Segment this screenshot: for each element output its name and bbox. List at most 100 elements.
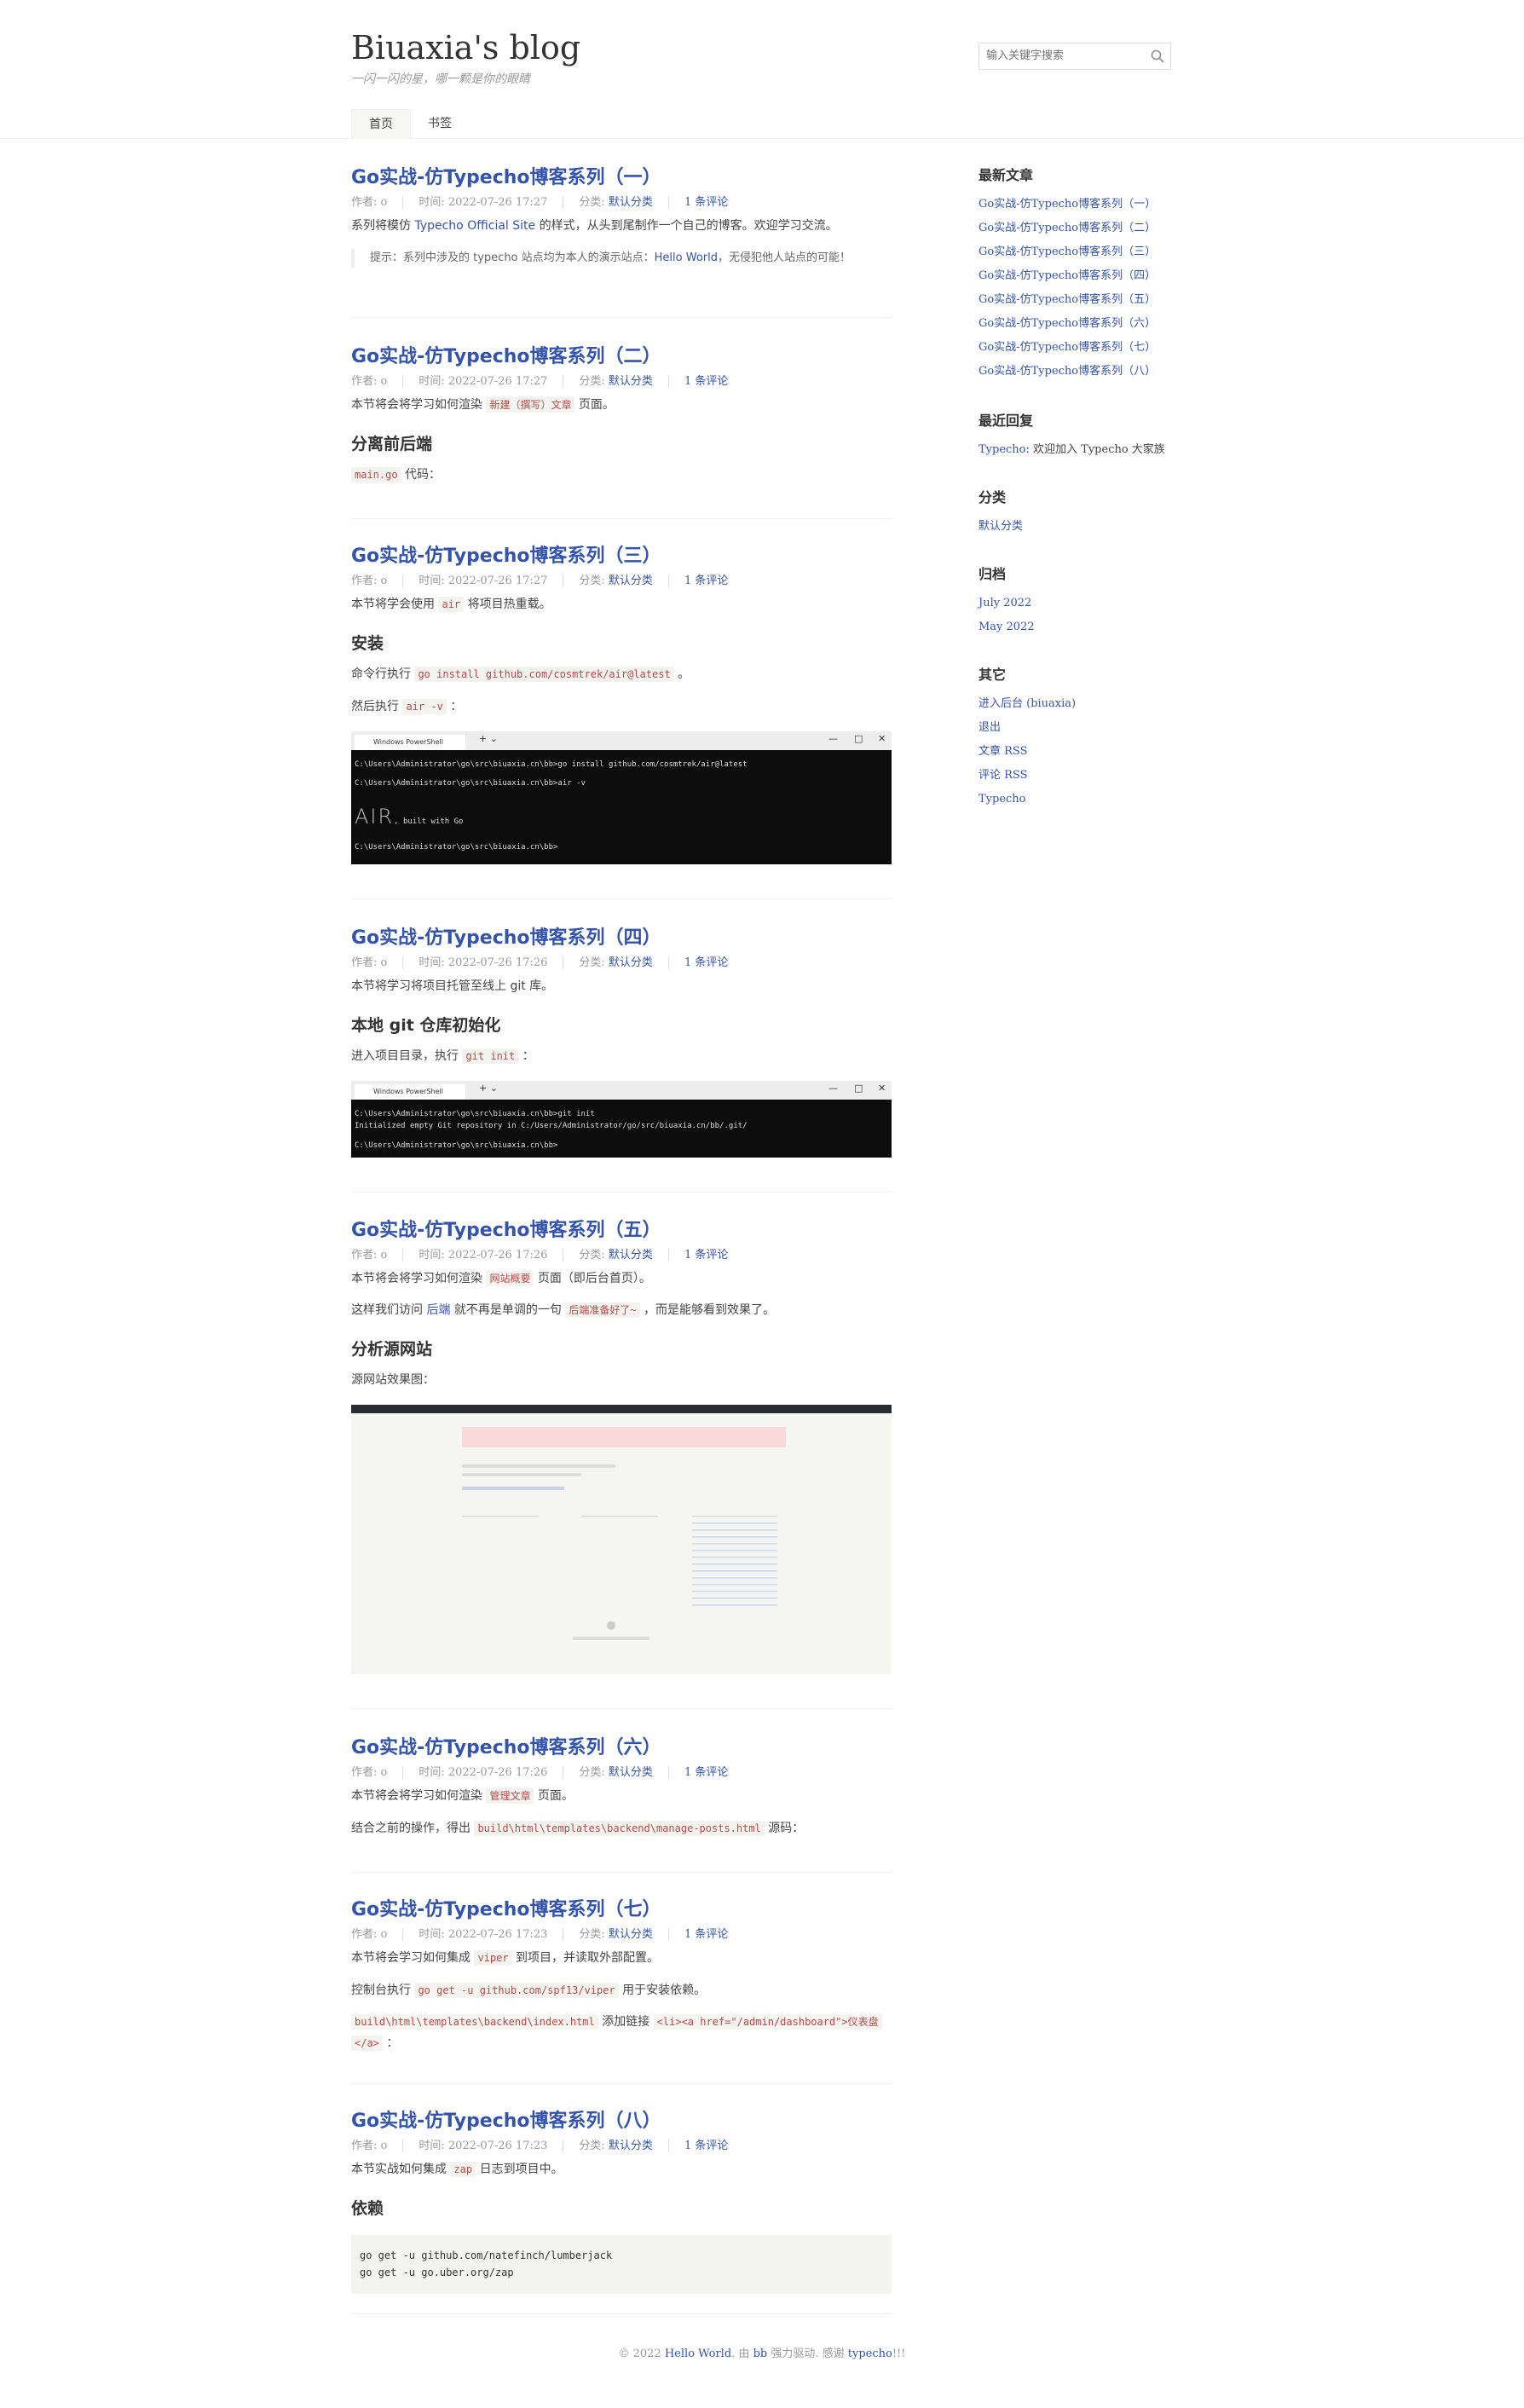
- site-title[interactable]: Biuaxia's blog: [351, 29, 580, 66]
- recent-post-link[interactable]: Go实战-仿Typecho博客系列（四）: [978, 269, 1156, 282]
- post-meta: 作者: o 时间: 2022-07-26 17:26 分类: 默认分类 1 条评论: [351, 1766, 729, 1779]
- category-link[interactable]: 默认分类: [609, 956, 653, 969]
- post-title[interactable]: Go实战-仿Typecho博客系列（一）: [351, 162, 661, 189]
- comments-link[interactable]: 1 条评论: [684, 196, 728, 209]
- widget-title-recent: 最新文章: [978, 167, 1034, 183]
- search-icon[interactable]: [1150, 49, 1165, 64]
- footer-bb-link[interactable]: bb: [753, 2347, 768, 2360]
- post-excerpt: 本节将学会使用 air 将项目热重载。: [351, 597, 551, 612]
- post-divider: [351, 317, 892, 318]
- site-footer: © 2022 Hello World. 由 bb 强力驱动. 感谢 typech…: [618, 2347, 906, 2360]
- post-title[interactable]: Go实战-仿Typecho博客系列（四）: [351, 922, 661, 950]
- archive-link[interactable]: July 2022: [978, 597, 1031, 609]
- comments-link[interactable]: 1 条评论: [684, 1249, 728, 1262]
- post-meta: 作者: o 时间: 2022-07-26 17:26 分类: 默认分类 1 条评论: [351, 956, 729, 969]
- post-meta: 作者: o 时间: 2022-07-26 17:26 分类: 默认分类 1 条评论: [351, 1249, 729, 1262]
- recent-replies-list: Typecho: 欢迎加入 Typecho 大家族: [978, 438, 1165, 462]
- footer-typecho-link[interactable]: typecho: [848, 2347, 892, 2360]
- category-link[interactable]: 默认分类: [978, 520, 1023, 533]
- comments-link[interactable]: 1 条评论: [684, 375, 728, 388]
- recent-post-link[interactable]: Go实战-仿Typecho博客系列（五）: [978, 293, 1156, 306]
- post-excerpt: 本节将会将学习如何渲染 网站概要 页面（即后台首页）。: [351, 1271, 651, 1286]
- post-category: 分类: 默认分类: [579, 196, 669, 209]
- post-heading: 分析源网站: [351, 1340, 433, 1359]
- post-excerpt: 本节将学习将项目托管至线上 git 库。: [351, 979, 554, 993]
- nav-bookmark[interactable]: 书签: [411, 109, 469, 138]
- category-link[interactable]: 默认分类: [609, 575, 653, 587]
- reply-author-link[interactable]: Typecho: [978, 443, 1026, 456]
- post-meta: 作者: o 时间: 2022-07-26 17:27 分类: 默认分类 1 条评论: [351, 375, 729, 388]
- recent-post-link[interactable]: Go实战-仿Typecho博客系列（八）: [978, 365, 1156, 378]
- typecho-link[interactable]: Typecho: [978, 793, 1026, 806]
- terminal-screenshot: Windows PowerShell + ⌄ — □ ✕ C:\Users\Admin…: [351, 1081, 892, 1158]
- post-excerpt: 本节将会将学习如何渲染 管理文章 页面。: [351, 1788, 574, 1804]
- post-divider: [351, 1708, 892, 1709]
- post-excerpt: 本节实战如何集成 zap 日志到项目中。: [351, 2162, 563, 2177]
- post-heading: 安装: [351, 634, 384, 653]
- dashboard-screenshot: [351, 1405, 892, 1674]
- post-title[interactable]: Go实战-仿Typecho博客系列（六）: [351, 1732, 661, 1759]
- recent-posts-list: Go实战-仿Typecho博客系列（一） Go实战-仿Typecho博客系列（二…: [978, 193, 1156, 384]
- terminal-screenshot: Windows PowerShell + ⌄ — □ ✕ C:\Users\Admin…: [351, 731, 892, 864]
- post-excerpt: 然后执行 air -v ：: [351, 699, 463, 714]
- hello-world-link[interactable]: Hello World: [655, 251, 718, 264]
- post-title[interactable]: Go实战-仿Typecho博客系列（三）: [351, 540, 661, 568]
- recent-post-link[interactable]: Go实战-仿Typecho博客系列（二）: [978, 222, 1156, 234]
- post-author: 作者: o: [351, 196, 404, 209]
- admin-link[interactable]: 进入后台 (biuaxia): [978, 697, 1076, 710]
- post-divider: [351, 518, 892, 519]
- post-heading: 分离前后端: [351, 435, 433, 453]
- site-description: 一闪一闪的星，哪一颗是你的眼睛: [351, 72, 530, 86]
- site-header: Biuaxia's blog 一闪一闪的星，哪一颗是你的眼睛 首页 书签: [0, 0, 1524, 139]
- comments-link[interactable]: 1 条评论: [684, 1928, 728, 1941]
- post-meta: 作者: o 时间: 2022-07-26 17:23 分类: 默认分类 1 条评论: [351, 1928, 729, 1941]
- nav-home[interactable]: 首页: [351, 109, 411, 139]
- comments-rss-link[interactable]: 评论 RSS: [978, 769, 1028, 782]
- comments-link[interactable]: 1 条评论: [684, 956, 728, 969]
- recent-post-link[interactable]: Go实战-仿Typecho博客系列（七）: [978, 341, 1156, 354]
- footer-site-link[interactable]: Hello World: [665, 2347, 731, 2360]
- post-excerpt: 命令行执行 go install github.com/cosmtrek/air…: [351, 667, 690, 682]
- post-meta: 作者: o 时间: 2022-07-26 17:27 分类: 默认分类 1 条评论: [351, 193, 759, 209]
- post-divider: [351, 898, 892, 899]
- category-link[interactable]: 默认分类: [609, 1249, 653, 1262]
- post-title[interactable]: Go实战-仿Typecho博客系列（七）: [351, 1894, 661, 1921]
- category-link[interactable]: 默认分类: [609, 375, 653, 388]
- post-excerpt: 系列将模仿 Typecho Official Site 的样式，从头到尾制作一个…: [351, 219, 838, 233]
- post-excerpt: 本节将会学习如何集成 viper 到项目，并读取外部配置。: [351, 1950, 660, 1966]
- post-excerpt: build\html\templates\backend\index.html …: [351, 2012, 892, 2054]
- backend-link[interactable]: 后端: [426, 1303, 450, 1317]
- logout-link[interactable]: 退出: [978, 721, 1001, 734]
- search-input[interactable]: [979, 43, 1140, 67]
- code-block: go get -u github.com/natefinch/lumberjac…: [351, 2235, 892, 2294]
- archive-link[interactable]: May 2022: [978, 621, 1035, 633]
- widget-title-replies: 最近回复: [978, 413, 1034, 429]
- typecho-site-link[interactable]: Typecho Official Site: [414, 219, 535, 233]
- comments-link[interactable]: 1 条评论: [684, 1766, 728, 1779]
- recent-post-link[interactable]: Go实战-仿Typecho博客系列（三）: [978, 245, 1156, 258]
- category-link[interactable]: 默认分类: [609, 2139, 653, 2152]
- recent-post-link[interactable]: Go实战-仿Typecho博客系列（一）: [978, 198, 1156, 211]
- category-link[interactable]: 默认分类: [609, 1928, 653, 1941]
- post-excerpt: 源网站效果图：: [351, 1373, 435, 1387]
- search-box: [978, 43, 1171, 70]
- category-list: 默认分类: [978, 515, 1023, 539]
- post-title[interactable]: Go实战-仿Typecho博客系列（二）: [351, 341, 661, 368]
- comments-link[interactable]: 1 条评论: [684, 575, 728, 587]
- recent-post-link[interactable]: Go实战-仿Typecho博客系列（六）: [978, 317, 1156, 330]
- post-meta: 作者: o 时间: 2022-07-26 17:23 分类: 默认分类 1 条评论: [351, 2139, 729, 2152]
- category-link[interactable]: 默认分类: [609, 196, 653, 209]
- post-title[interactable]: Go实战-仿Typecho博客系列（五）: [351, 1215, 661, 1242]
- category-link[interactable]: 默认分类: [609, 1766, 653, 1779]
- posts-rss-link[interactable]: 文章 RSS: [978, 745, 1028, 758]
- post-heading: 本地 git 仓库初始化: [351, 1016, 501, 1035]
- post-title[interactable]: Go实战-仿Typecho博客系列（八）: [351, 2105, 661, 2133]
- post-excerpt: 结合之前的操作，得出 build\html\templates\backend\…: [351, 1821, 805, 1836]
- comments-link[interactable]: 1 条评论: [684, 2139, 728, 2152]
- widget-title-other: 其它: [978, 667, 1007, 683]
- post-quote: 提示：系列中涉及的 typecho 站点均为本人的演示站点：Hello Worl…: [351, 249, 873, 269]
- post-excerpt: 控制台执行 go get -u github.com/spf13/viper 用…: [351, 1983, 707, 1998]
- post-excerpt: 本节将会将学习如何渲染 新建（撰写）文章 页面。: [351, 397, 615, 413]
- post-excerpt: main.go 代码：: [351, 465, 892, 484]
- archive-list: July 2022 May 2022: [978, 592, 1035, 639]
